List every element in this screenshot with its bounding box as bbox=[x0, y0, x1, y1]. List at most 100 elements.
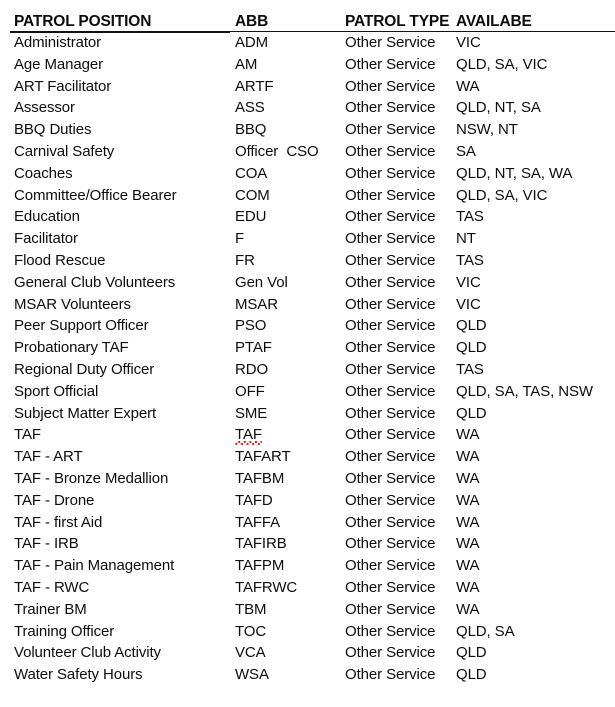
cell-abb: EDU bbox=[235, 208, 267, 226]
cell-available: WA bbox=[456, 513, 480, 531]
cell-patrol-position: Volunteer Club Activity bbox=[14, 644, 161, 662]
cell-patrol-type: Other Service bbox=[345, 600, 436, 618]
table-row: Regional Duty Officer RDO Other Service TAS bbox=[0, 359, 615, 381]
cell-patrol-position: TAF - IRB bbox=[14, 535, 79, 553]
cell-available: WA bbox=[456, 491, 480, 509]
cell-patrol-position: TAF - Bronze Medallion bbox=[14, 469, 169, 487]
cell-patrol-type: Other Service bbox=[345, 448, 436, 466]
cell-patrol-position: Sport Official bbox=[14, 382, 99, 400]
cell-abb: WSA bbox=[235, 666, 269, 684]
cell-abb: OFF bbox=[235, 382, 265, 400]
spellcheck-underline: TAF bbox=[235, 424, 262, 446]
cell-available: WA bbox=[456, 535, 480, 553]
column-header-patrol-type: PATROL TYPE bbox=[339, 0, 450, 32]
cell-patrol-position: MSAR Volunteers bbox=[14, 295, 131, 313]
cell-abb: ASS bbox=[235, 99, 265, 117]
cell-available: WA bbox=[456, 77, 480, 95]
table-row: Training Officer TOC Other Service QLD, SA bbox=[0, 621, 615, 643]
cell-available: QLD, SA, VIC bbox=[456, 55, 548, 73]
column-header-patrol-position: PATROL POSITION bbox=[0, 0, 230, 33]
cell-patrol-type: Other Service bbox=[345, 164, 436, 182]
cell-patrol-type: Other Service bbox=[345, 426, 436, 444]
cell-patrol-type: Other Service bbox=[345, 578, 436, 596]
cell-patrol-type: Other Service bbox=[345, 404, 436, 422]
cell-available: TAS bbox=[456, 208, 484, 226]
cell-abb: TAF bbox=[230, 424, 339, 446]
table-row: TAF - Pain Management TAFPM Other Service W… bbox=[0, 555, 615, 577]
cell-patrol-position: Committee/Office Bearer bbox=[14, 186, 177, 204]
cell-patrol-position: Coaches bbox=[14, 164, 73, 182]
cell-patrol-type: Other Service bbox=[345, 251, 436, 269]
table-row: Assessor ASS Other Service QLD, NT, SA bbox=[0, 97, 615, 119]
cell-available: QLD, NT, SA bbox=[456, 99, 541, 117]
table-row: Water Safety Hours WSA Other Service QLD bbox=[0, 664, 615, 686]
cell-patrol-type: Other Service bbox=[345, 55, 436, 73]
cell-patrol-position: Regional Duty Officer bbox=[14, 360, 155, 378]
table-row: Flood Rescue FR Other Service TAS bbox=[0, 250, 615, 272]
cell-patrol-type: Other Service bbox=[345, 121, 436, 139]
cell-patrol-position: TAF - Pain Management bbox=[14, 557, 175, 575]
cell-patrol-position: Probationary TAF bbox=[14, 339, 129, 357]
table-row: Peer Support Officer PSO Other Service QLD bbox=[0, 315, 615, 337]
table-row: TAF - IRB TAFIRB Other Service WA bbox=[0, 533, 615, 555]
cell-abb: PTAF bbox=[235, 339, 272, 357]
cell-available: WA bbox=[456, 557, 480, 575]
table-row: TAF - RWC TAFRWC Other Service WA bbox=[0, 577, 615, 599]
table-header-row: PATROL POSITION ABB PATROL TYPE AVAILABE bbox=[0, 0, 615, 33]
cell-abb: VCA bbox=[235, 644, 266, 662]
cell-available: TAS bbox=[456, 360, 484, 378]
table-row: Sport Official OFF Other Service QLD, SA, T… bbox=[0, 381, 615, 403]
cell-available: WA bbox=[456, 448, 480, 466]
cell-available: QLD bbox=[456, 644, 487, 662]
cell-abb: COA bbox=[235, 164, 268, 182]
cell-abb: BBQ bbox=[235, 121, 267, 139]
table-row: Probationary TAF PTAF Other Service QLD bbox=[0, 337, 615, 359]
cell-available: NSW, NT bbox=[456, 121, 518, 139]
cell-abb: RDO bbox=[235, 360, 269, 378]
cell-patrol-position: TAF - ART bbox=[14, 448, 83, 466]
table-row: Carnival Safety Officer CSO Other Service S… bbox=[0, 141, 615, 163]
cell-abb: ADM bbox=[235, 34, 269, 51]
cell-abb: TAFBM bbox=[235, 469, 285, 487]
cell-patrol-position: Administrator bbox=[14, 34, 102, 51]
cell-available: QLD bbox=[456, 666, 487, 684]
cell-available: WA bbox=[456, 578, 480, 596]
table-row: Age Manager AM Other Service QLD, SA, VIC bbox=[0, 54, 615, 76]
cell-available: QLD, SA bbox=[456, 622, 515, 640]
cell-abb: Officer CSO bbox=[235, 142, 319, 160]
cell-abb: TAFFA bbox=[235, 513, 281, 531]
cell-patrol-position: TAF - first Aid bbox=[14, 513, 103, 531]
cell-abb: TAFRWC bbox=[235, 578, 298, 596]
cell-patrol-position: Flood Rescue bbox=[14, 251, 106, 269]
cell-patrol-position: BBQ Duties bbox=[14, 121, 92, 139]
cell-available: QLD, NT, SA, WA bbox=[456, 164, 573, 182]
cell-patrol-type: Other Service bbox=[345, 469, 436, 487]
cell-abb: ARTF bbox=[235, 77, 274, 95]
table-row: ART Facilitator ARTF Other Service WA bbox=[0, 76, 615, 98]
table-row: BBQ Duties BBQ Other Service NSW, NT bbox=[0, 119, 615, 141]
cell-available: WA bbox=[456, 600, 480, 618]
cell-available: NT bbox=[456, 230, 476, 248]
table-row: Administrator ADM Other Service VIC bbox=[0, 32, 615, 54]
cell-available: QLD, SA, TAS, NSW bbox=[456, 382, 593, 400]
cell-patrol-type: Other Service bbox=[345, 666, 436, 684]
cell-patrol-type: Other Service bbox=[345, 491, 436, 509]
cell-abb: COM bbox=[235, 186, 270, 204]
cell-available: SA bbox=[456, 142, 476, 160]
cell-abb: TAFART bbox=[235, 448, 291, 466]
table-row: TAF TAF Other Service WA bbox=[0, 424, 615, 446]
table-row: Education EDU Other Service TAS bbox=[0, 206, 615, 228]
cell-patrol-type: Other Service bbox=[345, 360, 436, 378]
table-row: Facilitator F Other Service NT bbox=[0, 228, 615, 250]
table-row: TAF - first Aid TAFFA Other Service WA bbox=[0, 512, 615, 534]
cell-available: WA bbox=[456, 426, 480, 444]
cell-patrol-position: Facilitator bbox=[14, 230, 78, 248]
cell-available: QLD bbox=[456, 404, 487, 422]
cell-patrol-position: TAF - RWC bbox=[14, 578, 90, 596]
cell-patrol-type: Other Service bbox=[345, 557, 436, 575]
cell-abb: TAFIRB bbox=[235, 535, 287, 553]
table-header: PATROL POSITION ABB PATROL TYPE AVAILABE bbox=[0, 0, 615, 33]
cell-abb: PSO bbox=[235, 317, 267, 335]
cell-patrol-type: Other Service bbox=[345, 382, 436, 400]
table-row: MSAR Volunteers MSAR Other Service VIC bbox=[0, 294, 615, 316]
